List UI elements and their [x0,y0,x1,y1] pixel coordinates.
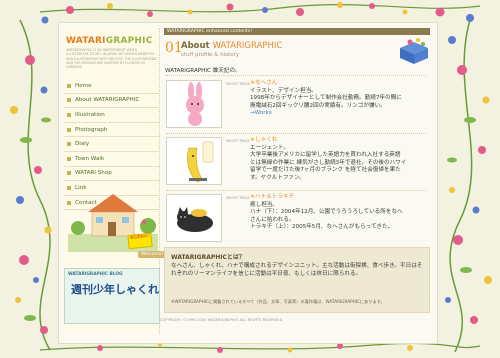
banana-character-icon [187,141,214,183]
cat-character-icon [177,207,213,232]
welcome-tag: Welcome! [138,251,167,258]
blog-banner[interactable]: WATARIGRAPHIC BLOG 週刊少年しゃくれ [64,268,160,324]
member-name: ★なへさん [250,80,278,86]
nav-label: Dialy [75,141,90,148]
nav-label: Town Walk [75,155,105,162]
logo-tagline: WATARIGRAPHIC IS AN INDEPENDENT WEB & IL… [66,48,157,70]
member-thumbnail [166,137,222,185]
bullet-icon [67,127,71,132]
nav-label: Home [75,82,92,89]
member-line: 大学卒業後アメリカに留学した英語力を買われ入社する英語 [250,152,401,159]
daily-update-badge: 毎日更新中! [127,232,153,250]
member-hana-torakichi: HEIGHT TRACK ★ハナ＆トラキチ 癒し担当。 ハナ（下）：2004年1… [164,194,426,242]
nav-item-home[interactable]: Home [64,79,160,94]
bullet-icon [67,156,71,161]
rabbit-character-icon [186,82,204,126]
about-unit-box: WATARIGRAPHICとは？ なへさん、しゃくれ、ハナで構成されるデザインユ… [164,247,430,313]
member-name-text: ハナ＆トラキチ [255,194,295,200]
member-shakure: HEIGHT TRACK ★しゃくれ エージェント。 大学卒業後アメリカに留学し… [164,137,426,189]
member-line: ハナ（下）：2004年12月、公園でうろうろしている所をなへ [250,209,403,216]
page-subtitle: stuff profile & history [181,52,240,58]
nav-item-dialy[interactable]: Dialy [64,137,160,152]
nav-label: Illustration [75,111,105,118]
about-unit-description: なへさん、しゃくれ、ハナで構成されるデザインユニット。主な活動は街探検、食べ歩き… [171,263,423,277]
copyright: COPYRIGHT ©1999-2005 WATARIGRAPHIC ALL R… [160,318,283,322]
member-name: ★ハナ＆トラキチ [250,194,295,200]
height-label: HEIGHT TRACK [226,82,250,86]
nav-item-shop[interactable]: WATARI Shop [64,167,160,182]
member-line: す。ヤクルトファン。 [250,174,305,181]
member-thumbnail [166,194,222,242]
member-info: ★なへさん イラスト、デザイン担当。 1998年からデザイナーとして制作会社勤務… [250,80,426,118]
nav-item-town-walk[interactable]: Town Walk [64,152,160,167]
height-label: HEIGHT TRACK [226,139,250,143]
nav-label: About WATARIGRAPHIC [75,97,140,104]
site-logo[interactable]: WATARIGRAPHIC [66,36,152,46]
gift-box-icon [400,38,428,64]
divider [166,133,426,134]
logo-part-watari: WATARI [66,36,106,46]
member-name-text: しゃくれ [255,137,278,143]
member-line: 1998年からデザイナーとして制作会社勤務。勤続7年の間に [250,95,402,102]
member-info: ★しゃくれ エージェント。 大学卒業後アメリカに留学した英語力を買われ入社する英… [250,137,426,183]
member-line: 留学で一度だけた後7ヶ月のブランク を経て社会復帰を果た [250,167,401,174]
about-unit-title: WATARIGRAPHICとは？ [171,254,245,261]
page-title-about: About [181,41,213,51]
bullet-icon [67,112,71,117]
member-line: 廃電絨石2回ギックリ腰2回の実績有。リンゴが嫌い。 [250,102,386,109]
works-link[interactable]: →Works [250,110,272,116]
intro-text: WATARIGRAPHIC 誰天記の。 [165,68,241,74]
height-label: HEIGHT TRACK [226,196,250,200]
member-info: ★ハナ＆トラキチ 癒し担当。 ハナ（下）：2004年12月、公園でうろうろしてい… [250,194,426,232]
member-line: トラキチ（上）：2005年5月、なへさんがもらってきた。 [250,224,394,231]
nav-label: WATARI Shop [75,170,112,177]
logo-part-graphic: GRAPHIC [105,36,153,46]
bullet-icon [67,142,71,147]
divider [166,190,426,191]
page-title: About WATARIGRAPHIC [181,41,282,51]
nav-item-illustration[interactable]: Illustration [64,108,160,123]
member-nahe: HEIGHT TRACK ★なへさん イラスト、デザイン担当。 1998年からデ… [164,80,426,132]
bullet-icon [67,98,71,103]
copyright-note: ※WATARIGRAPHICに掲載されているすべて（作品、文章、写真等）の著作権… [171,299,385,304]
member-name: ★しゃくれ [250,137,278,143]
blog-banner-title: WATARIGRAPHIC BLOG [68,272,123,277]
nav-item-photograph[interactable]: Photograph [64,123,160,138]
blog-banner-name: 週刊少年しゃくれ [71,283,159,296]
bullet-icon [67,83,71,88]
member-thumbnail [166,80,222,128]
enhanced-contents-bar: WATARIGRAPHIC enhanced contents! [164,28,430,35]
nav-item-about[interactable]: About WATARIGRAPHIC [64,94,160,109]
bullet-icon [67,171,71,176]
divider [166,75,426,76]
page-title-brand: WATARIGRAPHIC [212,41,283,51]
member-name-text: なへさん [255,80,278,86]
nav-label: Photograph [75,126,108,133]
